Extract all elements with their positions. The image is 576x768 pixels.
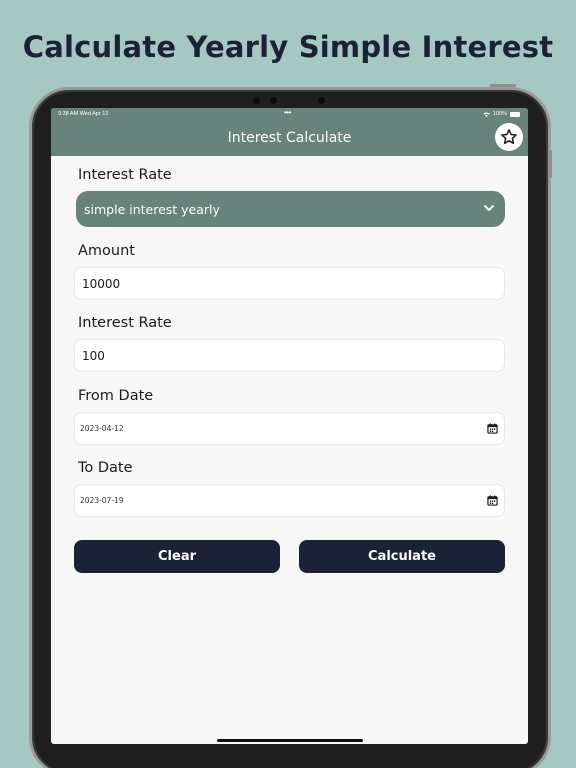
app-bar: Interest Calculate [51, 123, 528, 156]
star-icon [501, 129, 517, 145]
interest-rate-label: Interest Rate [78, 315, 172, 331]
camera-dot-left [253, 97, 260, 104]
camera-dot-center [270, 97, 277, 104]
to-date-label: To Date [78, 460, 133, 476]
calendar-icon[interactable] [487, 423, 498, 434]
from-date-value: 2023-04-12 [80, 424, 124, 433]
status-time: 9:38 AM Wed Apr 12 [58, 111, 109, 117]
amount-label: Amount [78, 243, 135, 259]
favorite-button[interactable] [495, 123, 523, 151]
from-date-input[interactable]: 2023-04-12 [74, 412, 505, 445]
from-date-label: From Date [78, 388, 154, 404]
power-button [490, 84, 516, 87]
interest-rate-input[interactable]: 100 [74, 339, 505, 372]
home-indicator[interactable] [217, 739, 363, 742]
multitask-dots[interactable]: ••• [284, 108, 291, 117]
wifi-icon [483, 112, 490, 117]
app-screen: 9:38 AM Wed Apr 12 ••• 100% Interest Cal… [51, 108, 528, 744]
interest-type-dropdown[interactable]: simple interest yearly [76, 191, 505, 227]
interest-rate-value: 100 [82, 348, 105, 363]
interest-type-label: Interest Rate [78, 167, 172, 183]
to-date-value: 2023-07-19 [80, 496, 124, 505]
calculate-button[interactable]: Calculate [299, 540, 505, 573]
interest-type-selected: simple interest yearly [84, 201, 220, 217]
calendar-icon[interactable] [487, 495, 498, 506]
battery-percent: 100% [492, 111, 507, 117]
battery-icon [510, 111, 520, 117]
status-right: 100% [483, 111, 520, 117]
chevron-down-icon [484, 205, 494, 211]
promo-headline: Calculate Yearly Simple Interest [22, 30, 554, 64]
clear-button[interactable]: Clear [74, 540, 280, 573]
amount-input[interactable]: 10000 [74, 267, 505, 300]
camera-dot-right [318, 97, 325, 104]
volume-button [549, 150, 552, 178]
status-bar: 9:38 AM Wed Apr 12 ••• 100% [51, 108, 528, 124]
app-bar-title: Interest Calculate [227, 130, 352, 146]
to-date-input[interactable]: 2023-07-19 [74, 484, 505, 517]
amount-value: 10000 [82, 276, 121, 291]
